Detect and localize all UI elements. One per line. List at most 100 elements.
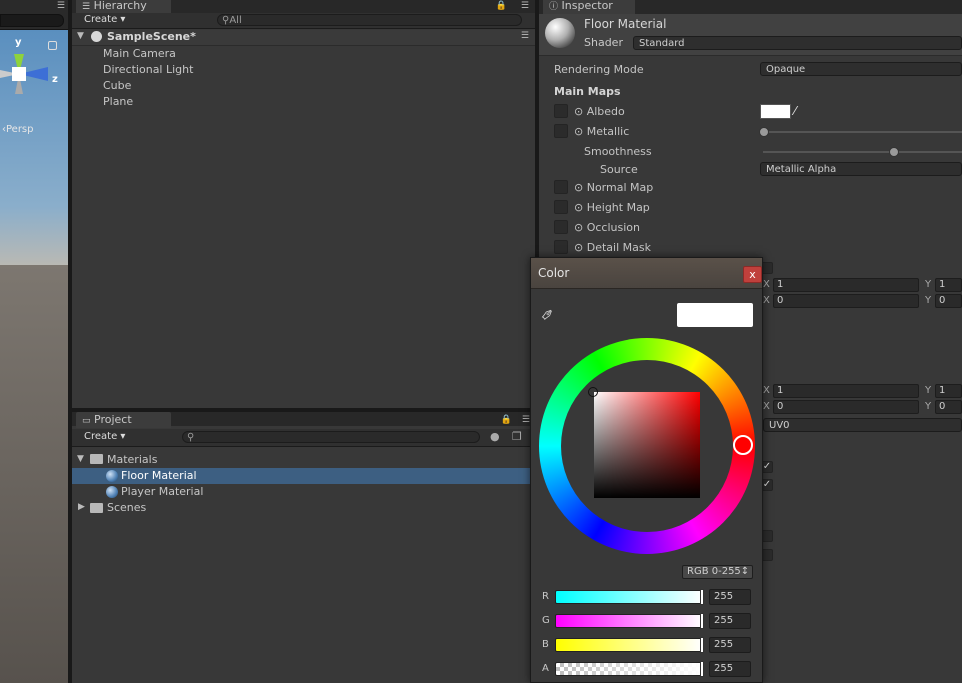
tree-item-materials[interactable]: Materials <box>107 453 157 466</box>
panel-menu-icon[interactable]: ☰ <box>522 415 530 425</box>
filter-by-type-icon[interactable]: ● <box>490 430 500 443</box>
scene-header-row[interactable]: ▼ SampleScene* ☰ <box>72 30 535 46</box>
picker-target-icon[interactable]: ⊙ <box>574 241 583 254</box>
red-slider-knob[interactable] <box>700 589 704 605</box>
scene-menu-icon[interactable]: ☰ <box>521 31 529 41</box>
hierarchy-item-cube[interactable]: Cube <box>103 79 131 92</box>
tree-item-player-material[interactable]: Player Material <box>121 485 203 498</box>
blue-slider[interactable] <box>555 638 703 652</box>
eyedropper-icon[interactable]: ⁄ <box>794 104 796 118</box>
height-map-texture-slot[interactable] <box>554 200 568 214</box>
tab-inspector[interactable]: ⓘ Inspector <box>543 0 635 14</box>
occlusion-row: ⊙ Occlusion <box>574 221 640 234</box>
tree-item-scenes[interactable]: Scenes <box>107 501 146 514</box>
hierarchy-create-dropdown[interactable]: Create ▾ <box>81 13 128 26</box>
picker-target-icon[interactable]: ⊙ <box>574 201 583 214</box>
source-label: Source <box>600 163 638 176</box>
scene-search-input[interactable] <box>0 14 64 27</box>
scene-view[interactable]: ☰ y z ‹Persp <box>0 0 68 683</box>
height-map-row: ⊙ Height Map <box>574 201 650 214</box>
albedo-texture-slot[interactable] <box>554 104 568 118</box>
shader-dropdown[interactable]: Standard <box>633 36 962 50</box>
color-mode-dropdown[interactable]: RGB 0-255↕ <box>682 565 753 579</box>
metallic-row: ⊙ Metallic <box>574 125 630 138</box>
scene-name: SampleScene* <box>107 30 196 43</box>
project-create-dropdown[interactable]: Create ▾ <box>81 430 128 443</box>
tiling-y-field[interactable]: 1 <box>935 278 962 292</box>
main-maps-heading: Main Maps <box>554 85 621 98</box>
hierarchy-item-plane[interactable]: Plane <box>103 95 133 108</box>
rendering-mode-dropdown[interactable]: Opaque <box>760 62 962 76</box>
source-dropdown[interactable]: Metallic Alpha <box>760 162 962 176</box>
red-value-field[interactable]: 255 <box>709 589 751 605</box>
offset-y-field[interactable]: 0 <box>935 294 962 308</box>
scene-menu-icon[interactable]: ☰ <box>57 1 65 11</box>
picker-target-icon[interactable]: ⊙ <box>574 221 583 234</box>
tree-item-floor-material[interactable]: Floor Material <box>121 469 197 482</box>
lock-icon[interactable]: 🔒 <box>496 1 507 11</box>
occlusion-texture-slot[interactable] <box>554 220 568 234</box>
search-icon: ⚲ <box>187 432 195 443</box>
filter-by-label-icon[interactable]: ❐ <box>512 430 522 443</box>
blue-value-field[interactable]: 255 <box>709 637 751 653</box>
blue-slider-knob[interactable] <box>700 637 704 653</box>
hierarchy-item-directional-light[interactable]: Directional Light <box>103 63 193 76</box>
alpha-slider[interactable] <box>555 662 703 676</box>
tab-hierarchy[interactable]: ☰ Hierarchy <box>76 0 171 14</box>
metallic-texture-slot[interactable] <box>554 124 568 138</box>
eyedropper-icon[interactable]: ✑ <box>536 303 559 326</box>
detail-mask-texture-slot[interactable] <box>554 240 568 254</box>
metallic-slider-knob[interactable] <box>759 127 769 137</box>
lock-icon[interactable]: 🔒 <box>501 415 512 425</box>
offset-x-field[interactable]: 0 <box>773 294 919 308</box>
secondary-tiling-x-field[interactable]: 1 <box>773 384 919 398</box>
collapse-arrow-icon[interactable]: ▶ <box>78 502 85 512</box>
uv-set-dropdown[interactable]: UV0 <box>763 418 962 432</box>
albedo-color-swatch[interactable] <box>760 104 791 119</box>
green-slider[interactable] <box>555 614 703 628</box>
secondary-offset-x-axis: X <box>763 401 770 412</box>
color-picker-window[interactable]: Color x ✑ RGB 0-255↕ R 255 G 255 B 255 A… <box>530 257 763 683</box>
green-value-field[interactable]: 255 <box>709 613 751 629</box>
color-picker-titlebar[interactable]: Color x <box>531 258 762 289</box>
expand-arrow-icon[interactable]: ▼ <box>77 31 84 41</box>
channel-label-a: A <box>542 663 549 674</box>
folder-icon <box>90 503 103 513</box>
offset-y-axis: Y <box>925 295 932 306</box>
picker-target-icon[interactable]: ⊙ <box>574 181 583 194</box>
picker-target-icon[interactable]: ⊙ <box>574 105 583 118</box>
tiling-x-axis: X <box>763 279 770 290</box>
normal-map-texture-slot[interactable] <box>554 180 568 194</box>
gizmo-lock-icon[interactable] <box>48 41 57 50</box>
hierarchy-panel: ☰ Hierarchy 🔒 ☰ Create ▾ ⚲All ▼ SampleSc… <box>72 0 535 408</box>
secondary-tiling-y-field[interactable]: 1 <box>935 384 962 398</box>
secondary-offset-x-field[interactable]: 0 <box>773 400 919 414</box>
picker-target-icon[interactable]: ⊙ <box>574 125 583 138</box>
tiling-x-field[interactable]: 1 <box>773 278 919 292</box>
unity-scene-icon <box>91 31 102 42</box>
expand-arrow-icon[interactable]: ▼ <box>77 454 84 464</box>
hierarchy-search-input[interactable]: ⚲All <box>217 14 522 26</box>
hierarchy-item-main-camera[interactable]: Main Camera <box>103 47 176 60</box>
green-slider-knob[interactable] <box>700 613 704 629</box>
scene-projection-label[interactable]: ‹Persp <box>2 124 34 135</box>
metallic-slider-track[interactable] <box>763 131 962 133</box>
sv-selector-handle[interactable] <box>588 387 598 397</box>
secondary-offset-y-field[interactable]: 0 <box>935 400 962 414</box>
alpha-value-field[interactable]: 255 <box>709 661 751 677</box>
rendering-mode-label: Rendering Mode <box>554 63 644 76</box>
close-button[interactable]: x <box>743 266 762 283</box>
folder-icon: ▭ <box>82 416 91 426</box>
tab-project[interactable]: ▭ Project <box>76 412 171 428</box>
saturation-value-square[interactable] <box>594 392 700 498</box>
project-panel: ▭ Project 🔒 ☰ Create ▾ ⚲ ● ❐ ▼ Materials… <box>72 412 530 683</box>
smoothness-slider-track[interactable] <box>763 151 962 153</box>
project-search-input[interactable]: ⚲ <box>182 431 480 443</box>
material-sphere-icon <box>106 486 118 498</box>
channel-label-b: B <box>542 639 549 650</box>
panel-menu-icon[interactable]: ☰ <box>521 1 529 11</box>
alpha-slider-knob[interactable] <box>700 661 704 677</box>
hue-selector-handle[interactable] <box>733 435 753 455</box>
smoothness-slider-knob[interactable] <box>889 147 899 157</box>
red-slider[interactable] <box>555 590 703 604</box>
